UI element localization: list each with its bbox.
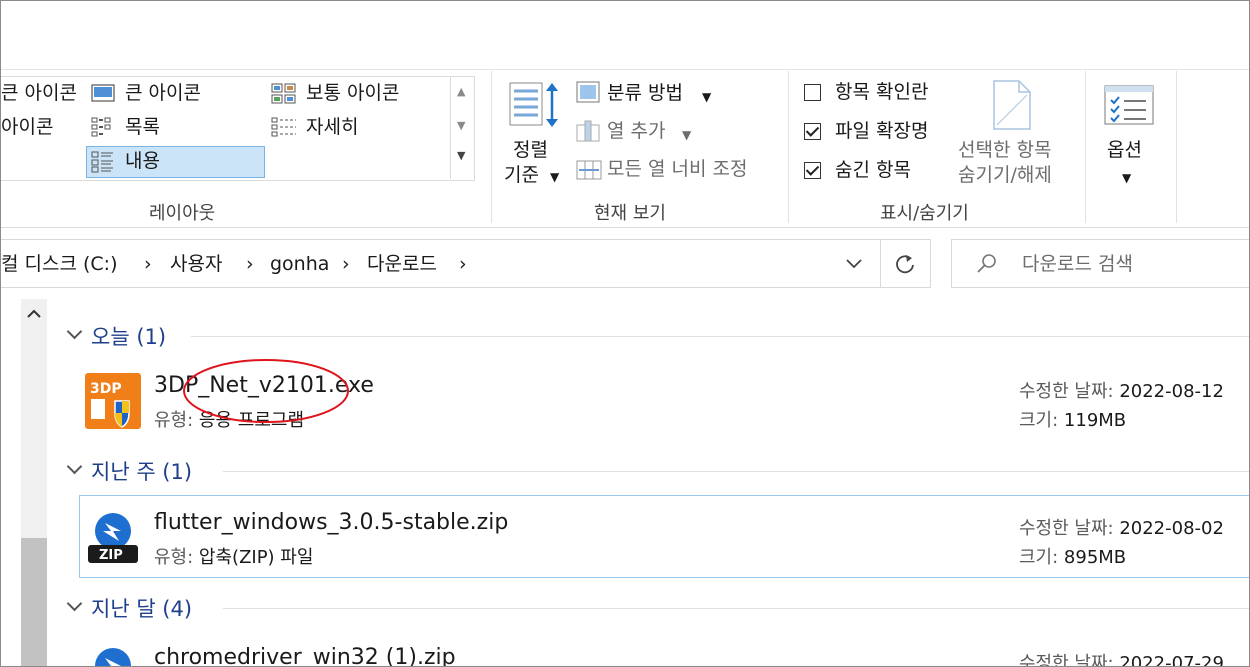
- options-button[interactable]: 옵션: [1107, 138, 1142, 162]
- ribbon-separator: [788, 71, 789, 223]
- zip-icon: ZIP: [88, 513, 138, 563]
- breadcrumb-gonha[interactable]: gonha: [270, 252, 329, 276]
- layout-small-icons[interactable]: 아이콘: [1, 115, 53, 139]
- collapse-chevron-icon[interactable]: [66, 458, 83, 475]
- breadcrumb-separator[interactable]: ›: [342, 252, 350, 276]
- breadcrumb-users[interactable]: 사용자: [170, 252, 222, 276]
- collapse-chevron-icon[interactable]: [66, 323, 83, 340]
- breadcrumb-separator[interactable]: ›: [459, 252, 467, 276]
- file-size-label: 크기:: [1019, 410, 1059, 431]
- hidden-items-label: 숨긴 항목: [835, 159, 911, 181]
- layout-extra-large-icons[interactable]: 큰 아이콘: [1, 81, 77, 105]
- file-extensions-checkbox[interactable]: [804, 123, 821, 140]
- file-modified-value: 2022-08-12: [1119, 381, 1224, 402]
- group-by-button[interactable]: 분류 방법: [607, 81, 683, 105]
- add-column-icon: [576, 120, 600, 142]
- breadcrumb-separator[interactable]: ›: [144, 252, 152, 276]
- layout-large-icons[interactable]: 큰 아이콘: [125, 81, 201, 105]
- svg-text:ZIP: ZIP: [99, 548, 123, 563]
- address-divider: [880, 240, 881, 287]
- group-by-icon: [576, 81, 600, 103]
- current-view-group-label: 현재 보기: [594, 203, 666, 224]
- ribbon-divider: [1, 227, 1249, 228]
- hide-selected-label-1: 선택한 항목: [958, 139, 1052, 161]
- file-modified: 수정한 날짜: 2022-07-29: [1019, 649, 1224, 667]
- scroll-up-icon[interactable]: [27, 309, 41, 319]
- details-view-icon: [271, 117, 296, 137]
- breadcrumb-separator[interactable]: ›: [246, 252, 254, 276]
- 3dp-app-icon: 3DP: [85, 373, 141, 429]
- file-modified: 수정한 날짜: 2022-08-12: [1019, 377, 1224, 403]
- file-modified-value: 2022-08-02: [1119, 518, 1224, 539]
- add-column-button: 열 추가: [607, 120, 666, 142]
- file-explorer-window: 큰 아이콘 큰 아이콘 보통 아이콘 아이콘 목록 자세히 내용 ▲ ▼ ▼ 레…: [0, 0, 1250, 667]
- svg-text:3DP: 3DP: [90, 381, 122, 397]
- sort-by-label-1[interactable]: 정렬: [513, 138, 548, 162]
- file-name[interactable]: flutter_windows_3.0.5-stable.zip: [154, 510, 508, 535]
- file-modified-label: 수정한 날짜:: [1019, 518, 1114, 539]
- search-icon: [977, 254, 996, 273]
- file-extensions-label: 파일 확장명: [835, 120, 929, 142]
- ribbon-separator: [491, 71, 492, 223]
- hide-selected-icon: [993, 80, 1031, 130]
- add-column-dropdown-icon: ▼: [682, 128, 692, 142]
- refresh-icon[interactable]: [894, 253, 916, 275]
- layout-content[interactable]: 내용: [125, 149, 160, 173]
- group-header-today[interactable]: 오늘 (1): [91, 321, 166, 351]
- options-dropdown-icon[interactable]: ▼: [1122, 166, 1131, 190]
- file-size: 크기: 895MB: [1019, 543, 1126, 569]
- nav-pane-scroll-thumb[interactable]: [21, 538, 47, 666]
- ribbon-separator: [1176, 71, 1177, 223]
- gallery-more-icon[interactable]: ▼: [457, 149, 465, 162]
- layout-gallery-scroll[interactable]: ▲ ▼ ▼: [450, 77, 475, 179]
- file-modified-label: 수정한 날짜:: [1019, 653, 1114, 667]
- fit-columns-button: 모든 열 너비 조정: [607, 158, 748, 180]
- group-header-last-week[interactable]: 지난 주 (1): [91, 456, 192, 486]
- file-size-value: 119MB: [1063, 410, 1127, 431]
- group-divider: [223, 608, 1249, 609]
- sort-by-icon: [509, 82, 558, 127]
- group-by-dropdown-icon[interactable]: ▼: [702, 85, 711, 109]
- group-header-last-month[interactable]: 지난 달 (4): [91, 593, 192, 623]
- medium-icons-icon: [271, 83, 296, 104]
- fit-columns-icon: [576, 160, 602, 180]
- file-name[interactable]: chromedriver_win32 (1).zip: [154, 645, 456, 666]
- hide-selected-label-2: 숨기기/해제: [958, 164, 1052, 186]
- show-hide-group-label: 표시/숨기기: [880, 203, 969, 224]
- breadcrumb-downloads[interactable]: 다운로드: [367, 252, 437, 276]
- file-size-label: 크기:: [1019, 547, 1059, 568]
- large-icons-icon: [91, 84, 115, 102]
- file-modified-label: 수정한 날짜:: [1019, 381, 1114, 402]
- group-divider: [223, 471, 1249, 472]
- item-checkboxes-checkbox[interactable]: [804, 84, 821, 101]
- layout-list[interactable]: 목록: [125, 115, 160, 139]
- file-type: 유형: 압축(ZIP) 파일: [154, 543, 313, 569]
- file-type-label: 유형:: [154, 547, 194, 568]
- group-divider: [191, 336, 1249, 337]
- breadcrumb-local-disk[interactable]: 컬 디스크 (C:): [1, 252, 118, 276]
- search-input[interactable]: 다운로드 검색: [1022, 252, 1133, 276]
- layout-group-label: 레이아웃: [149, 203, 216, 224]
- annotation-ellipse: [183, 359, 349, 423]
- options-icon: [1104, 85, 1154, 125]
- sort-by-dropdown-icon[interactable]: ▼: [550, 165, 559, 189]
- gallery-down-icon[interactable]: ▼: [457, 119, 465, 132]
- file-type-value: 압축(ZIP) 파일: [198, 547, 314, 568]
- layout-details[interactable]: 자세히: [306, 115, 358, 139]
- file-modified-value: 2022-07-29: [1119, 653, 1224, 667]
- hidden-items-checkbox[interactable]: [804, 162, 821, 179]
- gallery-up-icon[interactable]: ▲: [457, 85, 465, 98]
- collapse-chevron-icon[interactable]: [66, 595, 83, 612]
- file-size-value: 895MB: [1063, 547, 1127, 568]
- address-history-chevron-icon[interactable]: [846, 258, 862, 270]
- ribbon-separator: [1085, 71, 1086, 223]
- sort-by-label-2[interactable]: 기준: [504, 163, 539, 187]
- item-checkboxes-label: 항목 확인란: [835, 81, 929, 103]
- content-view-icon: [91, 151, 113, 173]
- file-modified: 수정한 날짜: 2022-08-02: [1019, 514, 1224, 540]
- file-size: 크기: 119MB: [1019, 406, 1126, 432]
- layout-medium-icons[interactable]: 보통 아이콘: [306, 81, 399, 105]
- list-view-icon: [91, 117, 111, 137]
- zip-icon: [95, 648, 131, 666]
